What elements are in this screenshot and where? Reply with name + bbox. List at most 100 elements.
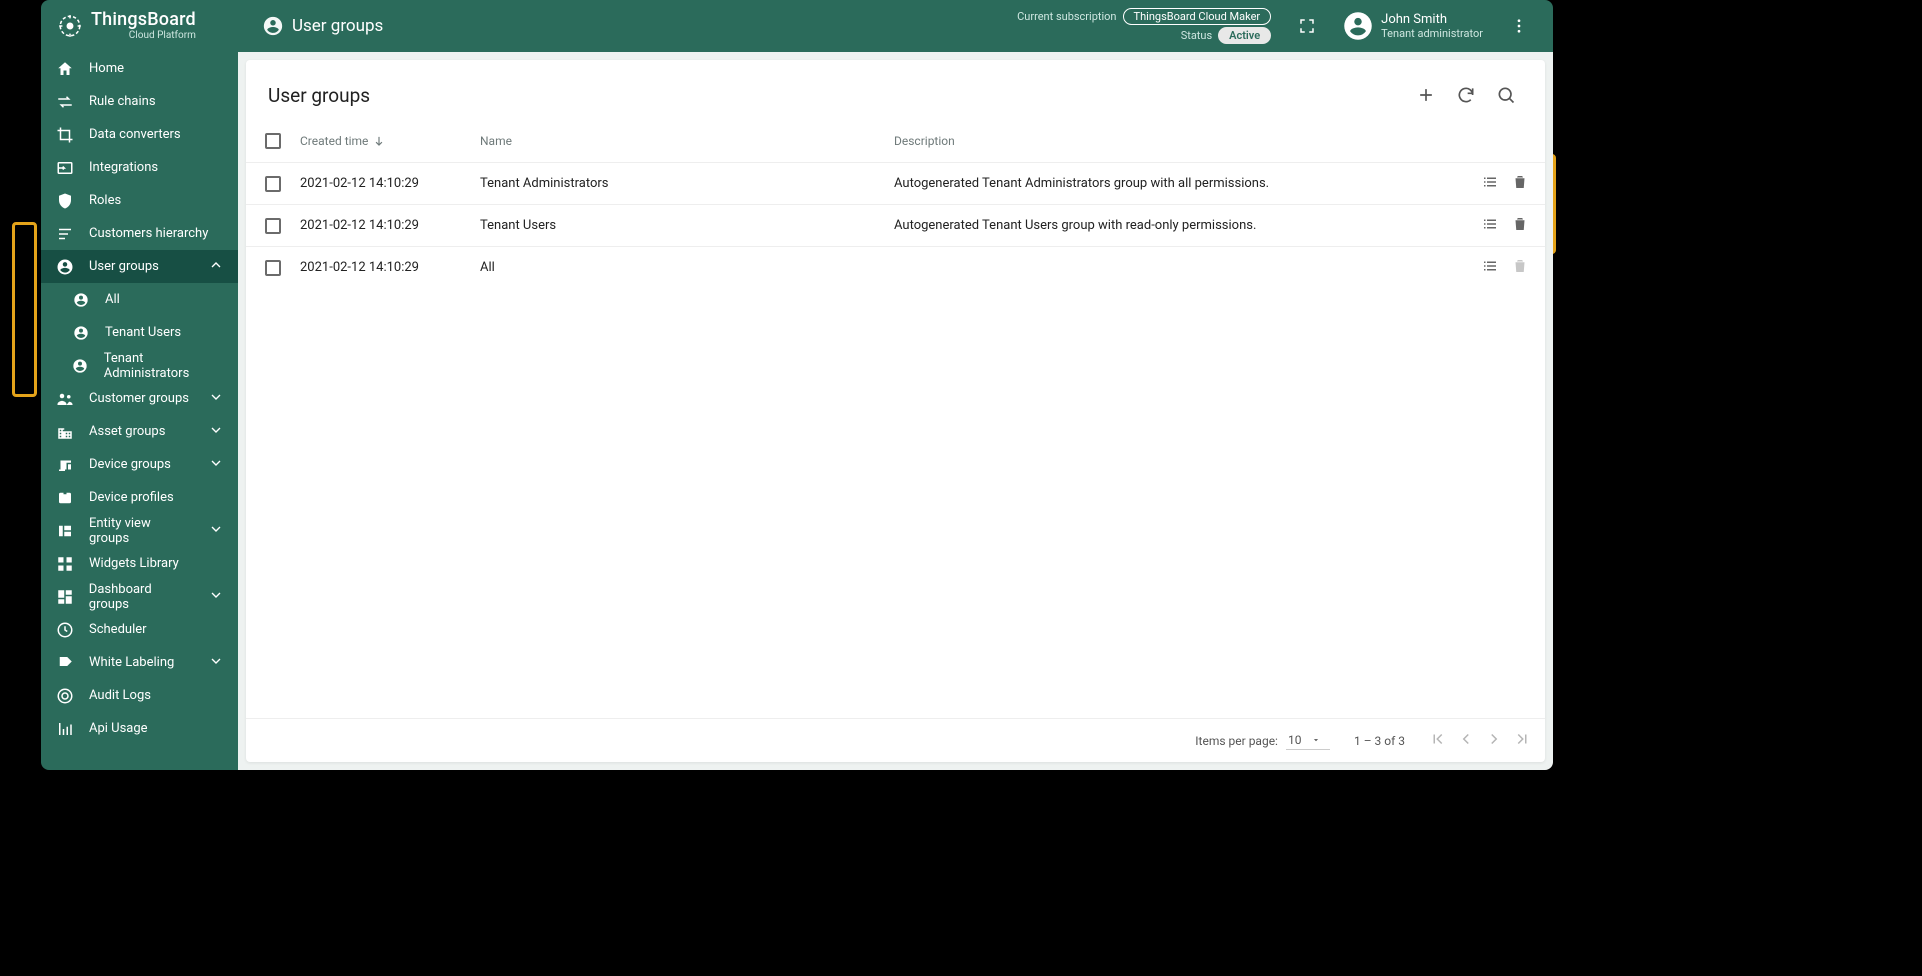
sidebar-item-device-profiles[interactable]: Device profiles [41, 481, 238, 514]
search-button[interactable] [1489, 78, 1523, 112]
dashboard-icon [56, 588, 74, 606]
more-button[interactable] [1501, 8, 1537, 44]
breadcrumb: User groups [238, 15, 383, 37]
row-checkbox[interactable] [265, 260, 281, 276]
app-window: ThingsBoard Cloud Platform User groups C… [41, 0, 1553, 770]
sidebar-item-user-groups-tenant-users[interactable]: Tenant Users [51, 316, 238, 349]
sidebar-item-audit-logs[interactable]: Audit Logs [41, 679, 238, 712]
domain-icon [56, 423, 74, 441]
pager-next[interactable] [1485, 730, 1503, 751]
column-created[interactable]: Created time [300, 134, 480, 148]
sidebar-item-label: White Labeling [89, 655, 174, 670]
refresh-button[interactable] [1449, 78, 1483, 112]
row-details-button[interactable] [1481, 173, 1499, 195]
user-menu[interactable]: John Smith Tenant administrator [1343, 11, 1483, 41]
row-checkbox[interactable] [265, 218, 281, 234]
add-button[interactable] [1409, 78, 1443, 112]
sidebar-item-home[interactable]: Home [41, 52, 238, 85]
badge-icon [56, 489, 74, 507]
row-details-button[interactable] [1481, 257, 1499, 279]
row-delete-button[interactable] [1511, 173, 1529, 195]
card-title: User groups [268, 84, 370, 107]
table-row[interactable]: 2021-02-12 14:10:29Tenant UsersAutogener… [246, 204, 1545, 246]
column-name[interactable]: Name [480, 134, 894, 148]
sidebar-item-integrations[interactable]: Integrations [41, 151, 238, 184]
brand[interactable]: ThingsBoard Cloud Platform [41, 0, 238, 52]
sidebar-item-api-usage[interactable]: Api Usage [41, 712, 238, 745]
sidebar-item-asset-groups[interactable]: Asset groups [41, 415, 238, 448]
sidebar-item-label: Dashboard groups [89, 582, 194, 612]
cell-name: Tenant Administrators [480, 176, 894, 191]
table-row[interactable]: 2021-02-12 14:10:29All [246, 246, 1545, 288]
label-icon [56, 654, 74, 672]
sidebar-item-widgets-library[interactable]: Widgets Library [41, 547, 238, 580]
sidebar-item-customers-hierarchy[interactable]: Customers hierarchy [41, 217, 238, 250]
first-page-icon [1429, 730, 1447, 748]
sidebar: Home Rule chains Data converters Integra… [41, 52, 238, 770]
subscription-label: Current subscription [1017, 10, 1116, 23]
cell-name: Tenant Users [480, 218, 894, 233]
sidebar-item-label: Entity view groups [89, 516, 194, 546]
pager-first[interactable] [1429, 730, 1447, 751]
cell-description: Autogenerated Tenant Administrators grou… [894, 176, 1410, 191]
table-row[interactable]: 2021-02-12 14:10:29Tenant Administrators… [246, 162, 1545, 204]
sidebar-item-label: Customer groups [89, 391, 189, 406]
sidebar-item-user-groups-tenant-admins[interactable]: Tenant Administrators [51, 349, 238, 382]
sidebar-item-scheduler[interactable]: Scheduler [41, 613, 238, 646]
home-icon [56, 60, 74, 78]
column-description[interactable]: Description [894, 134, 1410, 148]
shield-icon [56, 192, 74, 210]
sidebar-item-white-labeling[interactable]: White Labeling [41, 646, 238, 679]
trash-icon [1511, 257, 1529, 275]
fullscreen-button[interactable] [1289, 8, 1325, 44]
kebab-icon [1510, 17, 1528, 35]
row-delete-button[interactable] [1511, 215, 1529, 237]
select-all-checkbox[interactable] [265, 133, 281, 149]
brand-logo-icon [57, 13, 83, 39]
arrow-down-icon [372, 134, 386, 148]
sidebar-item-data-converters[interactable]: Data converters [41, 118, 238, 151]
sidebar-item-device-groups[interactable]: Device groups [41, 448, 238, 481]
widgets-icon [56, 555, 74, 573]
subscription-value[interactable]: ThingsBoard Cloud Maker [1123, 8, 1272, 25]
sidebar-user-groups-children: All Tenant Users Tenant Administrators [41, 283, 238, 382]
sidebar-item-customer-groups[interactable]: Customer groups [41, 382, 238, 415]
chevron-right-icon [1485, 730, 1503, 748]
sidebar-item-user-groups[interactable]: User groups [41, 250, 238, 283]
sidebar-item-label: Rule chains [89, 94, 156, 109]
pager-prev[interactable] [1457, 730, 1475, 751]
chevron-down-icon [208, 521, 224, 537]
sidebar-item-label: Tenant Administrators [104, 351, 224, 381]
sidebar-item-rule-chains[interactable]: Rule chains [41, 85, 238, 118]
avatar-icon [1343, 11, 1373, 41]
page-size-select[interactable]: 10 [1286, 731, 1330, 750]
account-circle-icon [72, 358, 88, 374]
content: User groups Created time [238, 52, 1553, 770]
status-label: Status [1181, 29, 1212, 42]
sidebar-item-dashboard-groups[interactable]: Dashboard groups [41, 580, 238, 613]
highlight-sidebar-outer [12, 222, 37, 397]
row-checkbox[interactable] [265, 176, 281, 192]
chevron-down-icon [208, 422, 224, 438]
status-badge: Active [1218, 27, 1271, 44]
sidebar-item-roles[interactable]: Roles [41, 184, 238, 217]
cell-created: 2021-02-12 14:10:29 [300, 218, 480, 233]
trash-icon [1511, 215, 1529, 233]
cell-created: 2021-02-12 14:10:29 [300, 176, 480, 191]
sidebar-item-user-groups-all[interactable]: All [51, 283, 238, 316]
dropdown-caret-icon [1311, 735, 1321, 745]
chevron-down-icon [208, 653, 224, 669]
list-icon [1481, 215, 1499, 233]
row-details-button[interactable] [1481, 215, 1499, 237]
chevron-left-icon [1457, 730, 1475, 748]
clock-icon [56, 621, 74, 639]
chevron-down-icon [208, 389, 224, 405]
cell-description: Autogenerated Tenant Users group with re… [894, 218, 1410, 233]
search-icon [1496, 85, 1516, 105]
input-icon [56, 159, 74, 177]
pager-last[interactable] [1513, 730, 1531, 751]
trash-icon [1511, 173, 1529, 191]
track-icon [56, 687, 74, 705]
brand-title: ThingsBoard [91, 11, 196, 29]
sidebar-item-entity-view-groups[interactable]: Entity view groups [41, 514, 238, 547]
